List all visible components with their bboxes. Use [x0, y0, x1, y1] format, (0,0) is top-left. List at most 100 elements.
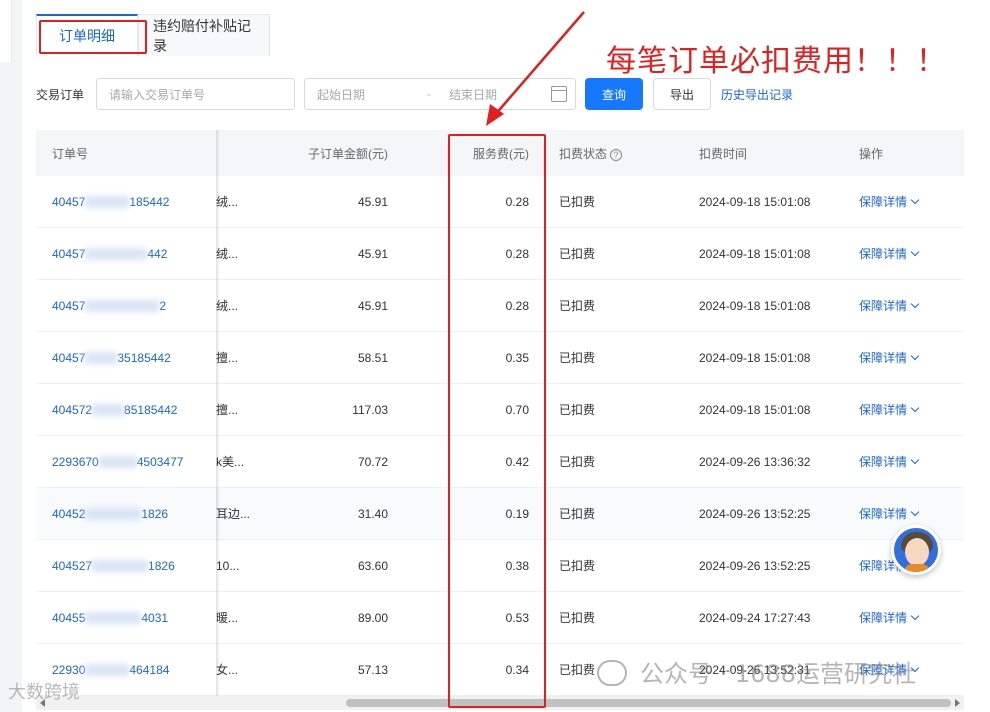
- guarantee-details-link[interactable]: 保障详情: [859, 193, 920, 210]
- guarantee-details-link[interactable]: 保障详情: [859, 297, 920, 314]
- order-number-link[interactable]: 40457 2: [52, 299, 217, 313]
- scrollbar-thumb[interactable]: [346, 699, 951, 707]
- order-number-suffix[interactable]: 85185442: [124, 403, 177, 417]
- chevron-down-icon[interactable]: [910, 455, 920, 465]
- guarantee-details-label[interactable]: 保障详情: [859, 455, 907, 469]
- order-number-prefix[interactable]: 40455: [52, 611, 85, 625]
- order-number-link[interactable]: 404572 85185442: [52, 403, 217, 417]
- sub-order-amount: 63.60: [357, 558, 388, 573]
- deduct-time: 2024-09-18 15:01:08: [699, 298, 811, 313]
- chevron-down-icon[interactable]: [910, 299, 920, 309]
- guarantee-details-label[interactable]: 保障详情: [859, 351, 907, 365]
- deduct-time: 2024-09-26 13:52:25: [699, 506, 811, 521]
- header-deduct-status: 扣费状态?: [559, 145, 623, 162]
- redacted-digits: [85, 352, 118, 365]
- deduct-status: 已扣费: [559, 247, 596, 261]
- guarantee-details-link[interactable]: 保障详情: [859, 609, 920, 626]
- guarantee-details-label[interactable]: 保障详情: [859, 403, 907, 417]
- guarantee-details-label[interactable]: 保障详情: [859, 507, 907, 521]
- header-sub-order-amount: 子订单金额(元): [308, 146, 388, 161]
- chevron-down-icon[interactable]: [910, 351, 920, 361]
- chevron-down-icon[interactable]: [910, 247, 920, 257]
- redacted-digits: [85, 612, 142, 625]
- product-name: 耳边...: [216, 507, 251, 521]
- deduct-status: 已扣费: [559, 507, 596, 521]
- order-number-link[interactable]: 40452 1826: [52, 507, 217, 521]
- order-number-prefix[interactable]: 404527: [52, 559, 92, 573]
- order-number-prefix[interactable]: 40457: [52, 247, 85, 261]
- order-number-prefix[interactable]: 2293670: [52, 455, 99, 469]
- order-number-link[interactable]: 22930 464184: [52, 663, 217, 677]
- query-button[interactable]: 查询: [585, 78, 643, 110]
- annotation-callout: 每笔订单必扣费用！！！: [606, 44, 947, 79]
- sub-order-amount: 45.91: [357, 298, 388, 313]
- order-number-suffix[interactable]: 442: [147, 247, 167, 261]
- product-name: 擅...: [216, 403, 239, 417]
- customer-service-avatar[interactable]: [891, 525, 941, 575]
- guarantee-details-label[interactable]: 保障详情: [859, 299, 907, 313]
- chevron-down-icon[interactable]: [910, 611, 920, 621]
- tab-penalty-records[interactable]: 违约赔付补贴记录: [138, 14, 270, 56]
- order-number-suffix[interactable]: 464184: [129, 663, 169, 677]
- order-number-suffix[interactable]: 1826: [141, 507, 168, 521]
- order-filter-label: 交易订单: [36, 87, 85, 102]
- annotation-arrow-icon: [486, 11, 585, 126]
- order-number-suffix[interactable]: 1826: [148, 559, 175, 573]
- export-button[interactable]: 导出: [653, 78, 711, 110]
- order-number-suffix[interactable]: 185442: [129, 195, 169, 209]
- start-date-field[interactable]: 起始日期: [317, 86, 365, 103]
- product-name: 擅...: [216, 351, 239, 365]
- guarantee-details-link[interactable]: 保障详情: [859, 245, 920, 262]
- help-icon[interactable]: ?: [610, 148, 623, 161]
- deduct-time: 2024-09-24 17:27:43: [699, 610, 811, 625]
- order-number-suffix[interactable]: 4503477: [137, 455, 184, 469]
- wechat-logo-icon: [597, 660, 627, 686]
- chevron-down-icon[interactable]: [910, 507, 920, 517]
- order-number-prefix[interactable]: 40457: [52, 299, 85, 313]
- order-number-prefix[interactable]: 40457: [52, 195, 85, 209]
- header-actions: 操作: [859, 146, 884, 161]
- redacted-digits: [85, 664, 130, 677]
- product-name: 10...: [216, 558, 240, 573]
- sub-order-amount: 117.03: [352, 402, 388, 417]
- guarantee-details-link[interactable]: 保障详情: [859, 349, 920, 366]
- sub-order-amount: 89.00: [357, 610, 388, 625]
- deduct-time: 2024-09-18 15:01:08: [699, 402, 811, 417]
- deduct-status: 已扣费: [559, 663, 596, 677]
- redacted-digits: [85, 300, 160, 313]
- product-name: 绒...: [216, 247, 239, 261]
- order-number-link[interactable]: 40457 442: [52, 247, 217, 261]
- product-name: 绒...: [216, 195, 239, 209]
- deduct-status: 已扣费: [559, 195, 596, 209]
- order-number-link[interactable]: 404527 1826: [52, 559, 217, 573]
- order-number-suffix[interactable]: 4031: [141, 611, 168, 625]
- order-number-link[interactable]: 2293670 4503477: [52, 455, 217, 469]
- chevron-down-icon[interactable]: [910, 403, 920, 413]
- order-number-input[interactable]: 请输入交易订单号: [96, 78, 295, 110]
- deduct-time: 2024-09-26 13:36:32: [699, 454, 811, 469]
- export-history-link[interactable]: 历史导出记录: [721, 86, 793, 103]
- guarantee-details-link[interactable]: 保障详情: [859, 505, 920, 522]
- scroll-right-arrow-icon[interactable]: [955, 699, 960, 707]
- guarantee-details-label[interactable]: 保障详情: [859, 195, 907, 209]
- guarantee-details-label[interactable]: 保障详情: [859, 611, 907, 625]
- chevron-down-icon[interactable]: [910, 195, 920, 205]
- guarantee-details-link[interactable]: 保障详情: [859, 401, 920, 418]
- order-number-prefix[interactable]: 404572: [52, 403, 92, 417]
- order-number-suffix[interactable]: 35185442: [117, 351, 170, 365]
- order-number-link[interactable]: 40457 35185442: [52, 351, 217, 365]
- order-number-prefix[interactable]: 40452: [52, 507, 85, 521]
- guarantee-details-label[interactable]: 保障详情: [859, 247, 907, 261]
- order-number-prefix[interactable]: 40457: [52, 351, 85, 365]
- guarantee-details-link[interactable]: 保障详情: [859, 453, 920, 470]
- order-number-suffix[interactable]: 2: [159, 299, 166, 313]
- sub-order-amount: 70.72: [357, 454, 388, 469]
- redacted-digits: [92, 404, 125, 417]
- order-number-prefix[interactable]: 22930: [52, 663, 85, 677]
- deduct-status: 已扣费: [559, 299, 596, 313]
- watermark-right: 公众号 · 1688运营研究社: [640, 660, 916, 688]
- order-number-link[interactable]: 40455 4031: [52, 611, 217, 625]
- deduct-time: 2024-09-18 15:01:08: [699, 246, 811, 261]
- order-number-link[interactable]: 40457 185442: [52, 195, 217, 209]
- sub-order-amount: 58.51: [357, 350, 388, 365]
